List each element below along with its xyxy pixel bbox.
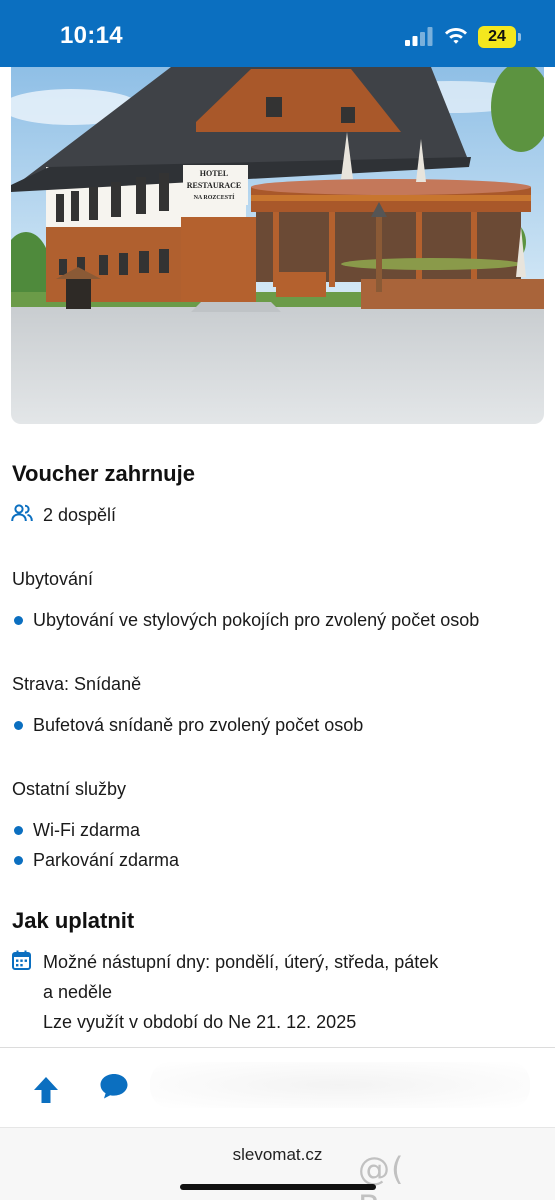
- hotel-sign-line-3: NA ROZCESTÍ: [194, 193, 236, 201]
- accommodation-item: Ubytování ve stylových pokojích pro zvol…: [33, 610, 480, 630]
- battery-level: 24: [488, 28, 506, 45]
- redeem-title: Jak uplatnit: [12, 908, 135, 933]
- people-icon: [11, 504, 33, 522]
- signal-icon: [405, 27, 433, 46]
- service-item-wifi: Wi-Fi zdarma: [33, 820, 140, 840]
- other-services-heading: Ostatní služby: [12, 779, 127, 799]
- service-item-parking: Parkování zdarma: [33, 850, 180, 870]
- bottom-toolbar: [0, 1047, 555, 1127]
- bullet-icon: [14, 856, 23, 865]
- bazos-watermark: @( Bazos.cz: [358, 1150, 504, 1200]
- accommodation-heading: Ubytování: [12, 569, 94, 589]
- chat-bubble-icon[interactable]: [99, 1072, 129, 1100]
- meals-item: Bufetová snídaně pro zvolený počet osob: [33, 715, 364, 735]
- calendar-icon: [12, 950, 31, 970]
- redeem-days: Možné nástupní dny: pondělí, úterý, stře…: [43, 952, 439, 972]
- hotel-sign-line-1: HOTEL: [200, 169, 228, 178]
- bullet-icon: [14, 826, 23, 835]
- status-time: 10:14: [60, 22, 123, 49]
- hotel-sign-line-2: RESTAURACE: [187, 181, 242, 190]
- arrow-up-icon[interactable]: [33, 1076, 59, 1104]
- guests-count: 2 dospělí: [43, 505, 117, 525]
- meals-heading: Strava: Snídaně: [12, 674, 142, 694]
- home-indicator[interactable]: [180, 1184, 376, 1190]
- browser-url-bar[interactable]: slevomat.cz @( Bazos.cz: [0, 1127, 555, 1200]
- voucher-title: Voucher zahrnuje: [12, 461, 195, 486]
- redeem-days-continued: a neděle: [43, 982, 113, 1002]
- battery-icon: 24: [478, 26, 516, 48]
- status-bar: 10:14 24: [0, 0, 555, 67]
- hotel-illustration: HOTEL RESTAURACE NA ROZCESTÍ: [11, 67, 544, 424]
- battery-cap: [518, 33, 521, 41]
- bullet-icon: [14, 616, 23, 625]
- bullet-icon: [14, 721, 23, 730]
- wifi-icon: [445, 28, 467, 44]
- toolbar-blur-area: [150, 1062, 530, 1108]
- hotel-photo[interactable]: HOTEL RESTAURACE NA ROZCESTÍ: [11, 67, 544, 424]
- redeem-validity: Lze využít v období do Ne 21. 12. 2025: [43, 1012, 357, 1032]
